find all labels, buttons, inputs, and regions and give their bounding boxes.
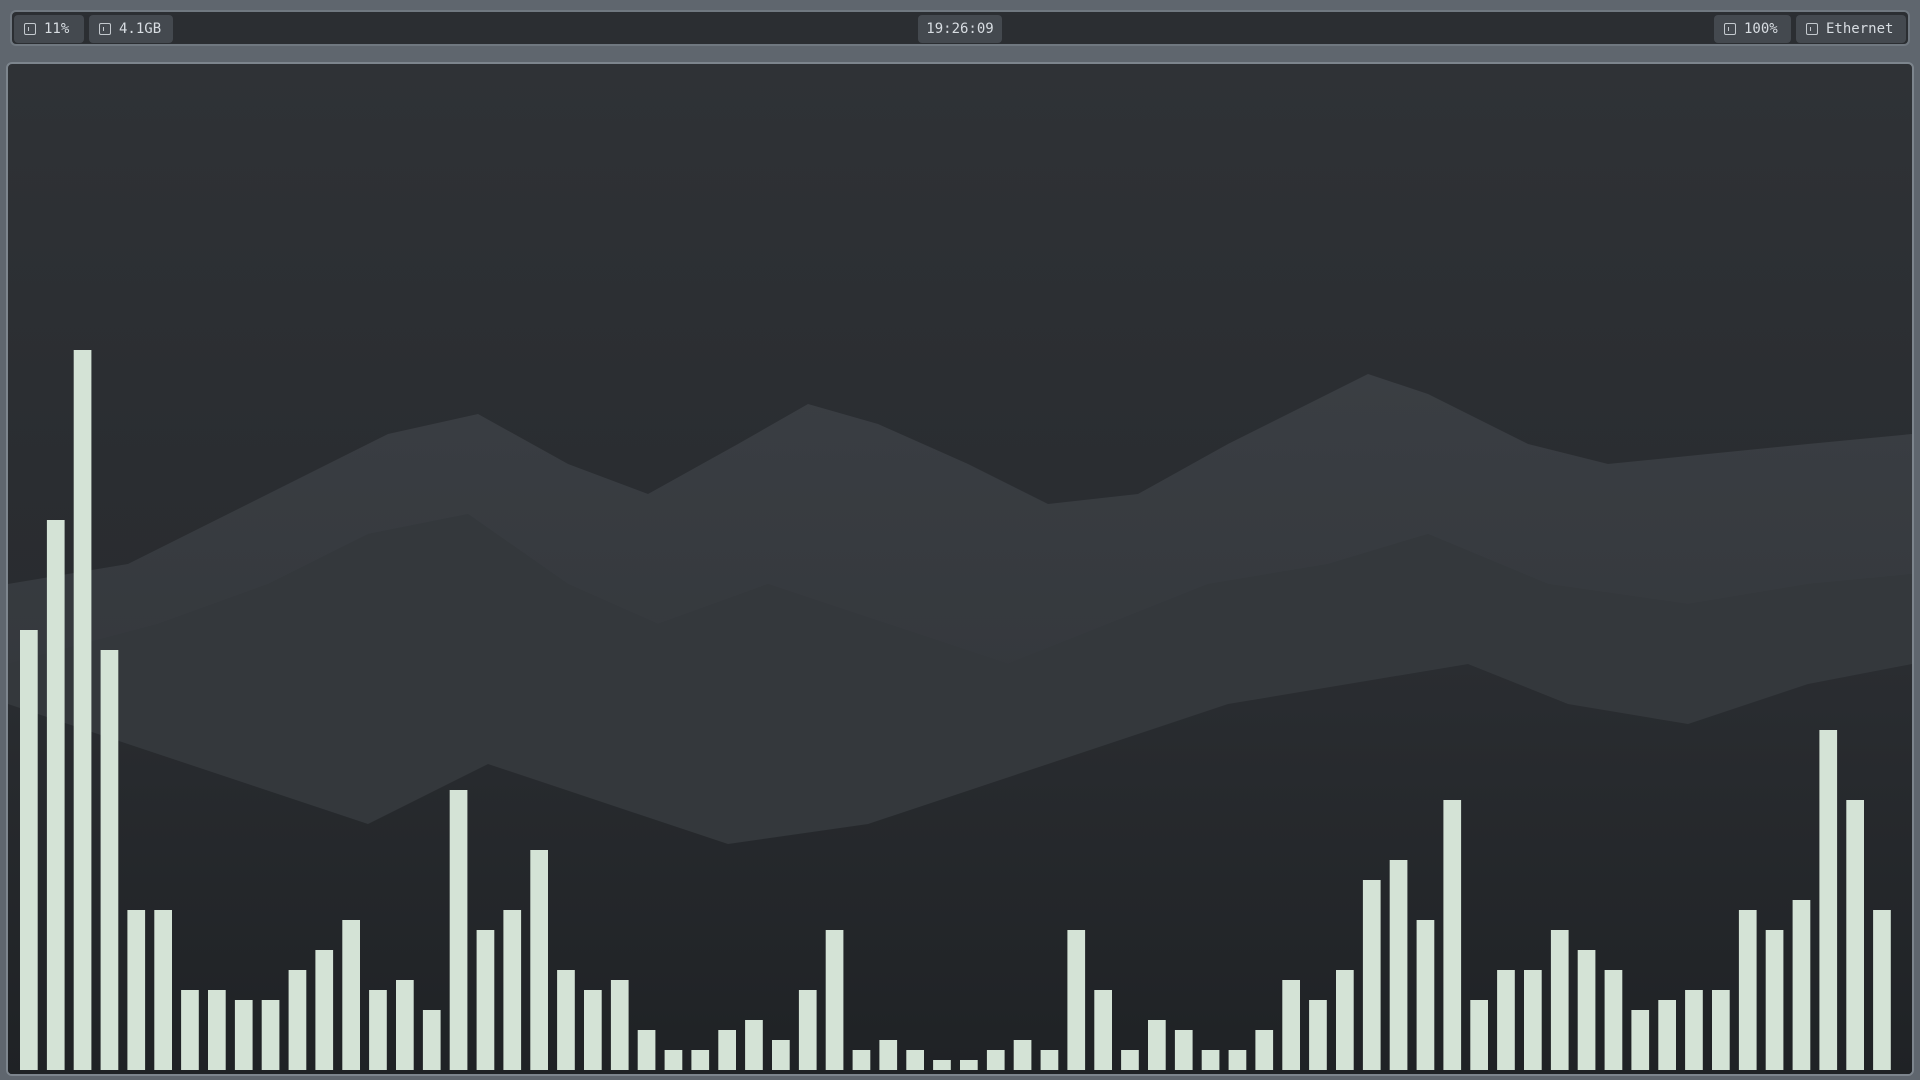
status-bar: 11% 4.1GB 19:26:09 100% Ethernet	[10, 10, 1910, 46]
volume-level: 100%	[1744, 21, 1778, 37]
visualizer-bar	[557, 970, 575, 1070]
visualizer-bar	[879, 1040, 898, 1070]
visualizer-bar	[1577, 950, 1596, 1070]
visualizer-bar	[691, 1050, 710, 1070]
visualizer-bar	[1362, 880, 1381, 1070]
visualizer-bar	[1416, 920, 1435, 1070]
desktop-window	[6, 62, 1914, 1076]
visualizer-bar	[852, 1050, 871, 1070]
memory-widget[interactable]: 4.1GB	[89, 15, 173, 43]
visualizer-bar	[825, 930, 844, 1070]
visualizer-bar	[906, 1050, 924, 1070]
visualizer-bar	[530, 850, 548, 1070]
screen: 11% 4.1GB 19:26:09 100% Ethernet	[0, 0, 1920, 1080]
visualizer-bar	[986, 1050, 1005, 1070]
memory-usage: 4.1GB	[119, 21, 162, 37]
visualizer-bar	[664, 1050, 683, 1070]
visualizer-bar	[181, 990, 199, 1070]
visualizer-bar	[342, 920, 360, 1070]
visualizer-bar	[1040, 1050, 1059, 1070]
visualizer-bar	[261, 1000, 280, 1070]
visualizer-bar	[1604, 970, 1623, 1070]
visualizer-bar	[449, 790, 468, 1070]
visualizer-bar	[73, 350, 92, 1070]
network-icon	[1806, 23, 1818, 35]
visualizer-bar	[718, 1030, 736, 1070]
visualizer-bar	[1255, 1030, 1274, 1070]
visualizer-bar	[315, 950, 334, 1070]
visualizer-bar	[1228, 1050, 1247, 1070]
visualizer-bar	[422, 1010, 441, 1070]
visualizer-bar	[960, 1060, 978, 1070]
visualizer-bar	[1524, 970, 1542, 1070]
clock-time: 19:26:09	[926, 21, 994, 37]
visualizer-bar	[745, 1020, 763, 1070]
visualizer-bar	[127, 910, 146, 1070]
visualizer-bar	[1282, 980, 1300, 1070]
visualizer-bar	[610, 980, 629, 1070]
visualizer-bar	[1336, 970, 1354, 1070]
visualizer-bar	[1013, 1040, 1032, 1070]
visualizer-bar	[1738, 910, 1757, 1070]
visualizer-bar	[1389, 860, 1408, 1070]
cpu-usage: 11%	[44, 21, 70, 37]
visualizer-bar	[1174, 1030, 1193, 1070]
visualizer-bar	[503, 910, 522, 1070]
visualizer-bar	[1201, 1050, 1220, 1070]
visualizer-bar	[1846, 800, 1864, 1070]
visualizer-bar	[1792, 900, 1811, 1070]
network-status: Ethernet	[1826, 21, 1894, 37]
visualizer-bar	[20, 630, 38, 1070]
visualizer-bar	[1309, 1000, 1327, 1070]
visualizer-bar	[234, 1000, 253, 1070]
visualizer-bar	[1819, 730, 1838, 1070]
visualizer-bar	[1497, 970, 1515, 1070]
visualizer-bar	[1685, 990, 1703, 1070]
visualizer-bar	[1121, 1050, 1139, 1070]
visualizer-bar	[637, 1030, 656, 1070]
visualizer-bar	[154, 910, 172, 1070]
visualizer-bar	[772, 1040, 790, 1070]
visualizer-bar	[933, 1060, 951, 1070]
visualizer-bar	[369, 990, 387, 1070]
audio-visualizer	[20, 350, 1891, 1070]
volume-icon	[1724, 23, 1736, 35]
visualizer-bar	[1094, 990, 1112, 1070]
visualizer-bar	[1658, 1000, 1676, 1070]
visualizer-bar	[1873, 910, 1891, 1070]
visualizer-bar	[1067, 930, 1086, 1070]
memory-icon	[99, 23, 111, 35]
visualizer-bar	[798, 990, 817, 1070]
visualizer-bar	[476, 930, 495, 1070]
volume-widget[interactable]: 100%	[1714, 15, 1791, 43]
visualizer-bar	[1765, 930, 1784, 1070]
visualizer-bar	[46, 520, 65, 1070]
visualizer-bar	[1550, 930, 1569, 1070]
visualizer-bar	[1470, 1000, 1488, 1070]
visualizer-bar	[584, 990, 602, 1070]
visualizer-bar	[1631, 1010, 1650, 1070]
visualizer-bar	[100, 650, 119, 1070]
visualizer-bar	[1712, 990, 1730, 1070]
visualizer-bar	[288, 970, 307, 1070]
cpu-icon	[24, 23, 36, 35]
clock-widget[interactable]: 19:26:09	[918, 15, 1002, 43]
network-widget[interactable]: Ethernet	[1796, 15, 1906, 43]
visualizer-bar	[208, 990, 226, 1070]
visualizer-bar	[396, 980, 414, 1070]
visualizer-bar	[1148, 1020, 1166, 1070]
visualizer-bar	[1443, 800, 1462, 1070]
cpu-widget[interactable]: 11%	[14, 15, 84, 43]
